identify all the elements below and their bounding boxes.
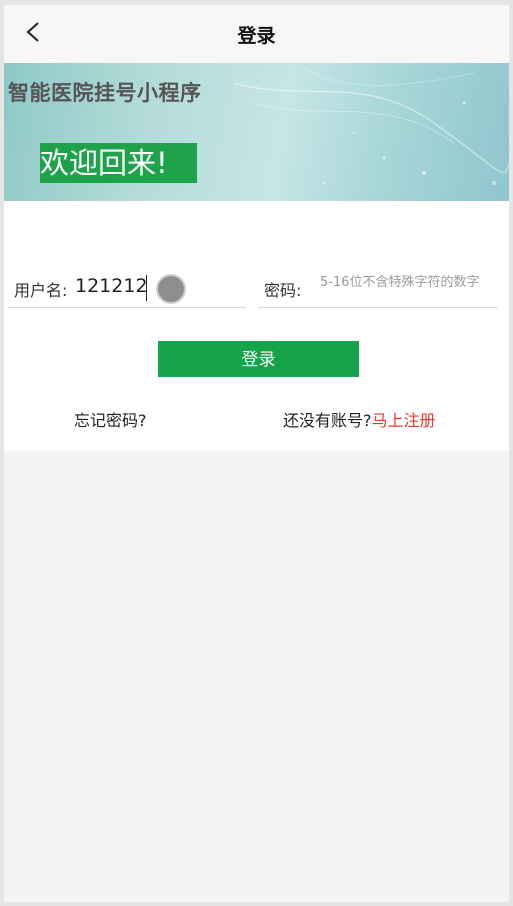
username-label: 用户名: xyxy=(14,281,68,300)
no-account-text: 还没有账号? xyxy=(283,411,372,430)
login-form: 用户名: 121212 密码: 登录 忘记密码? 还没有账号?马上注册 xyxy=(4,201,509,451)
text-cursor xyxy=(146,275,147,301)
login-button[interactable]: 登录 xyxy=(158,341,359,377)
app-name: 智能医院挂号小程序 xyxy=(8,81,202,105)
welcome-banner: 智能医院挂号小程序 欢迎回来! xyxy=(4,63,509,201)
forgot-password-link[interactable]: 忘记密码? xyxy=(74,407,147,431)
password-field[interactable]: 密码: xyxy=(258,265,498,308)
password-label: 密码: xyxy=(264,281,302,300)
touch-indicator xyxy=(156,274,186,304)
page-title: 登录 xyxy=(237,25,276,47)
welcome-text: 欢迎回来! xyxy=(40,143,197,183)
register-link[interactable]: 马上注册 xyxy=(372,411,436,430)
username-input[interactable]: 121212 xyxy=(75,275,148,297)
username-field[interactable]: 用户名: 121212 xyxy=(8,265,246,308)
navigation-bar: 登录 xyxy=(4,5,509,63)
app-frame: 登录 智能医院挂号小程序 欢迎回来! 用户名: 121212 密码: 登录 忘记… xyxy=(0,0,513,906)
register-prompt: 还没有账号?马上注册 xyxy=(283,407,436,431)
password-input[interactable] xyxy=(320,275,498,290)
